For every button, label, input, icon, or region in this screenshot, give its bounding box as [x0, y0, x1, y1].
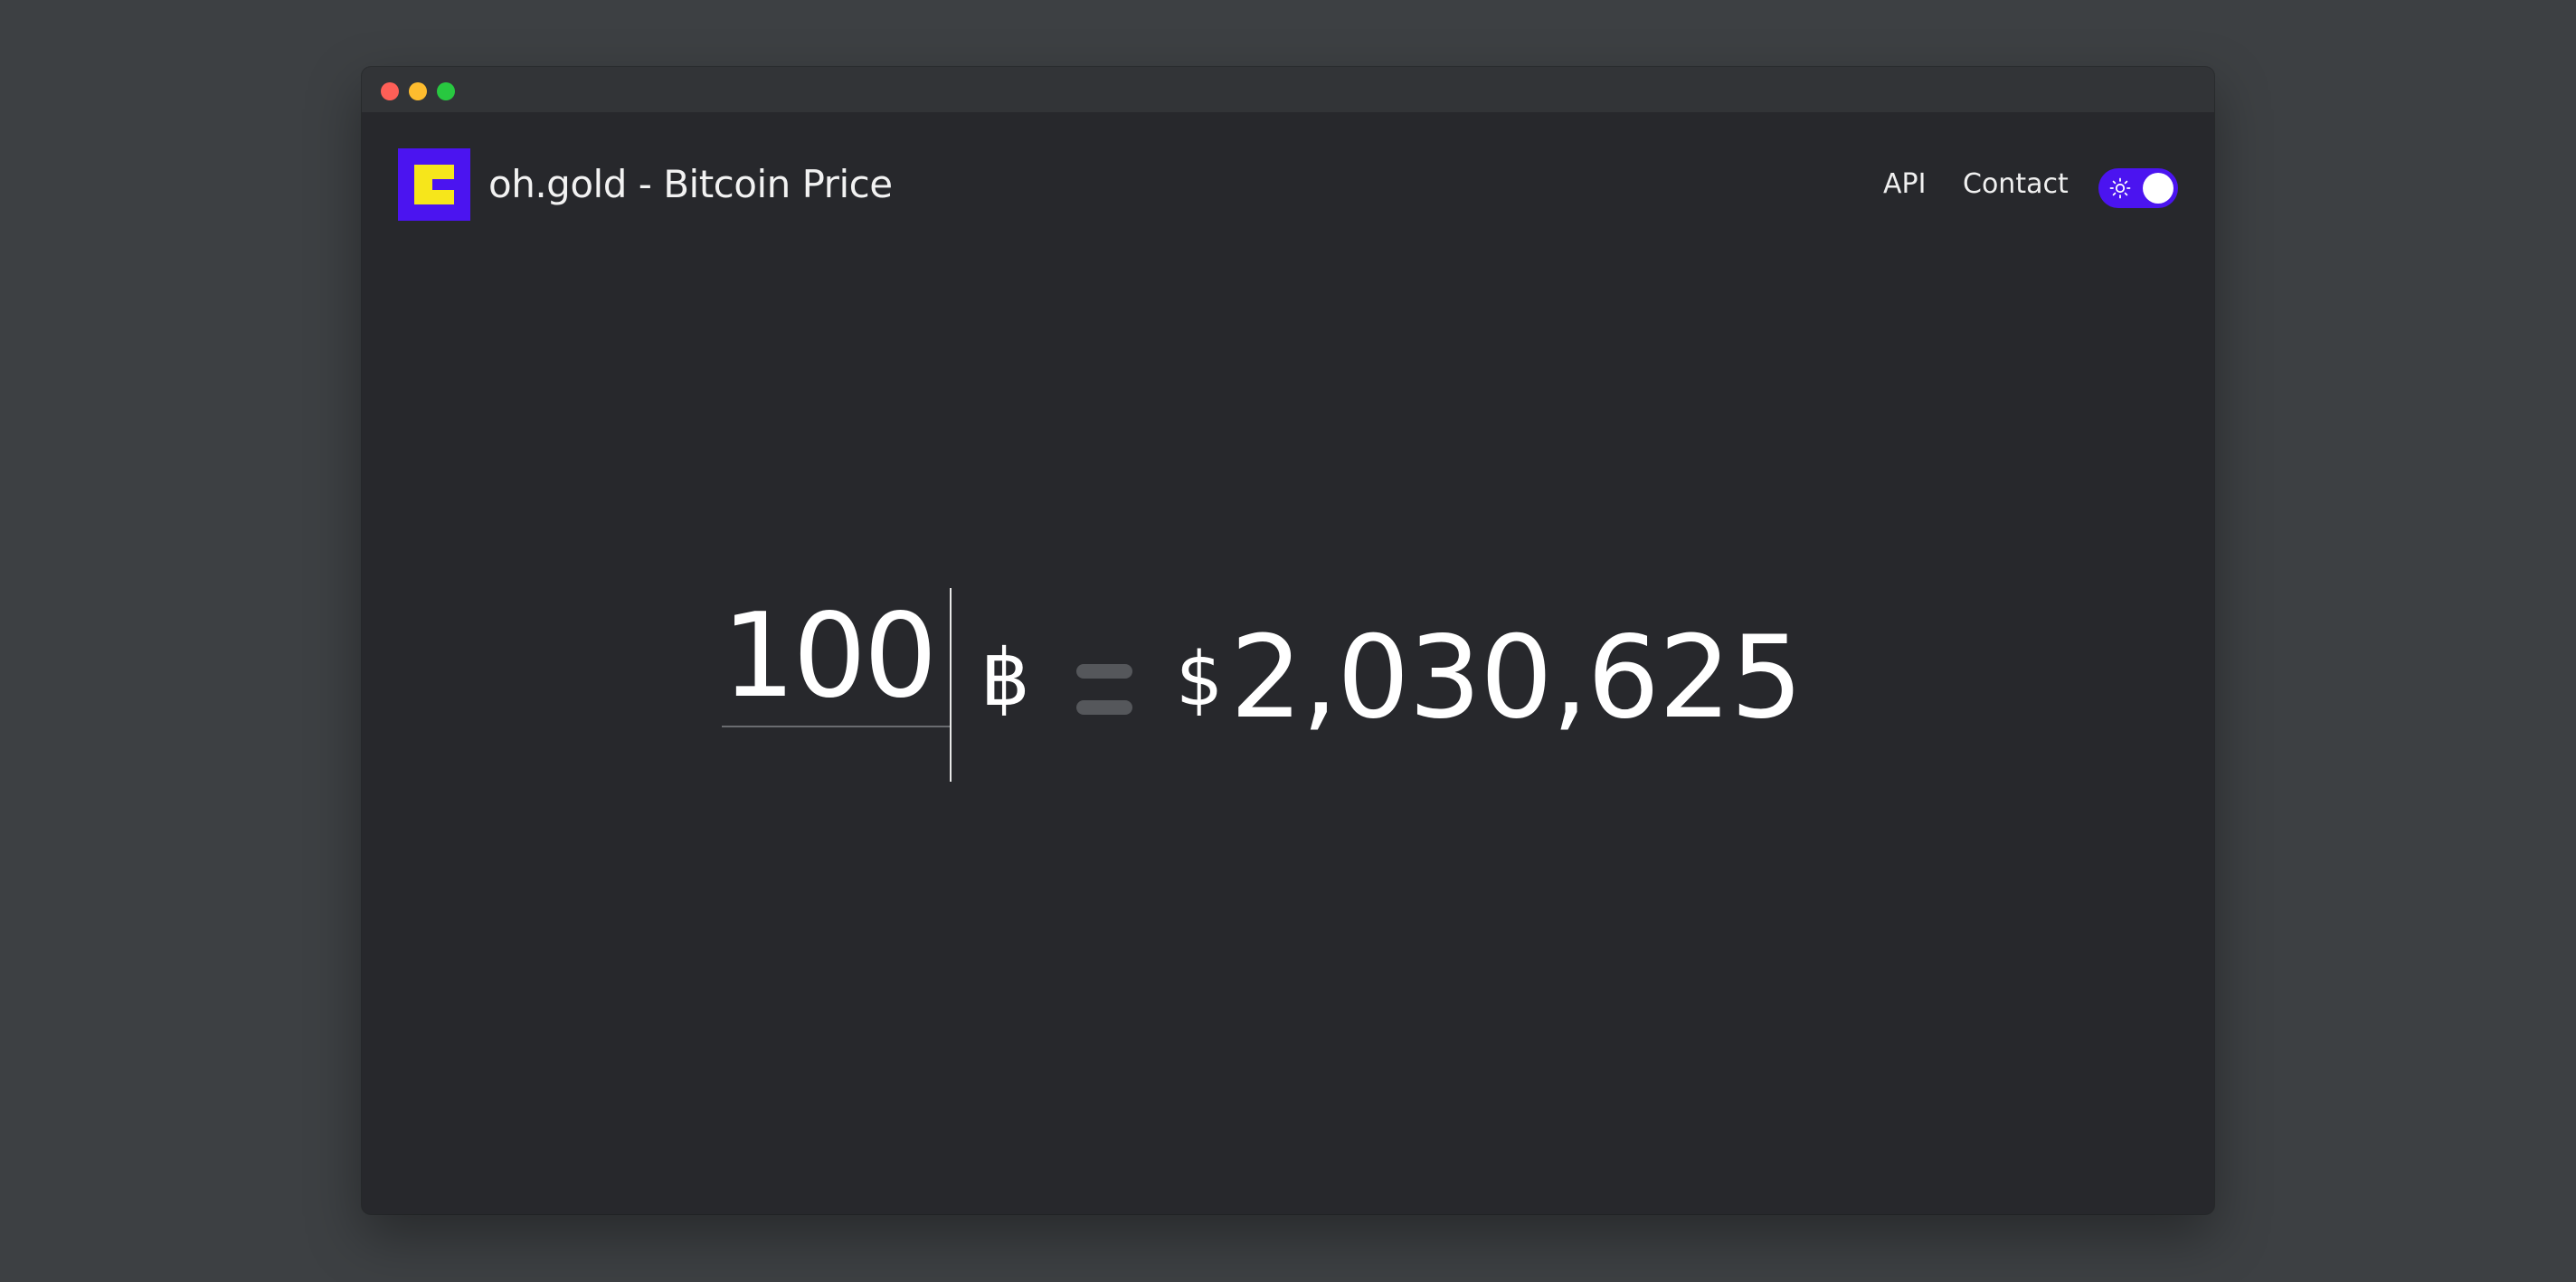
btc-currency-symbol: ฿	[980, 633, 1030, 724]
text-caret	[950, 588, 952, 782]
equals-icon	[1076, 664, 1132, 715]
usd-currency-symbol: $	[1176, 637, 1224, 723]
btc-amount-input[interactable]	[722, 588, 950, 727]
usd-value: 2,030,625	[1230, 611, 1803, 744]
browser-window: oh.gold - Bitcoin Price API Contact ฿	[362, 67, 2214, 1214]
btc-usd-converter: ฿ $ 2,030,625	[362, 67, 2214, 1214]
